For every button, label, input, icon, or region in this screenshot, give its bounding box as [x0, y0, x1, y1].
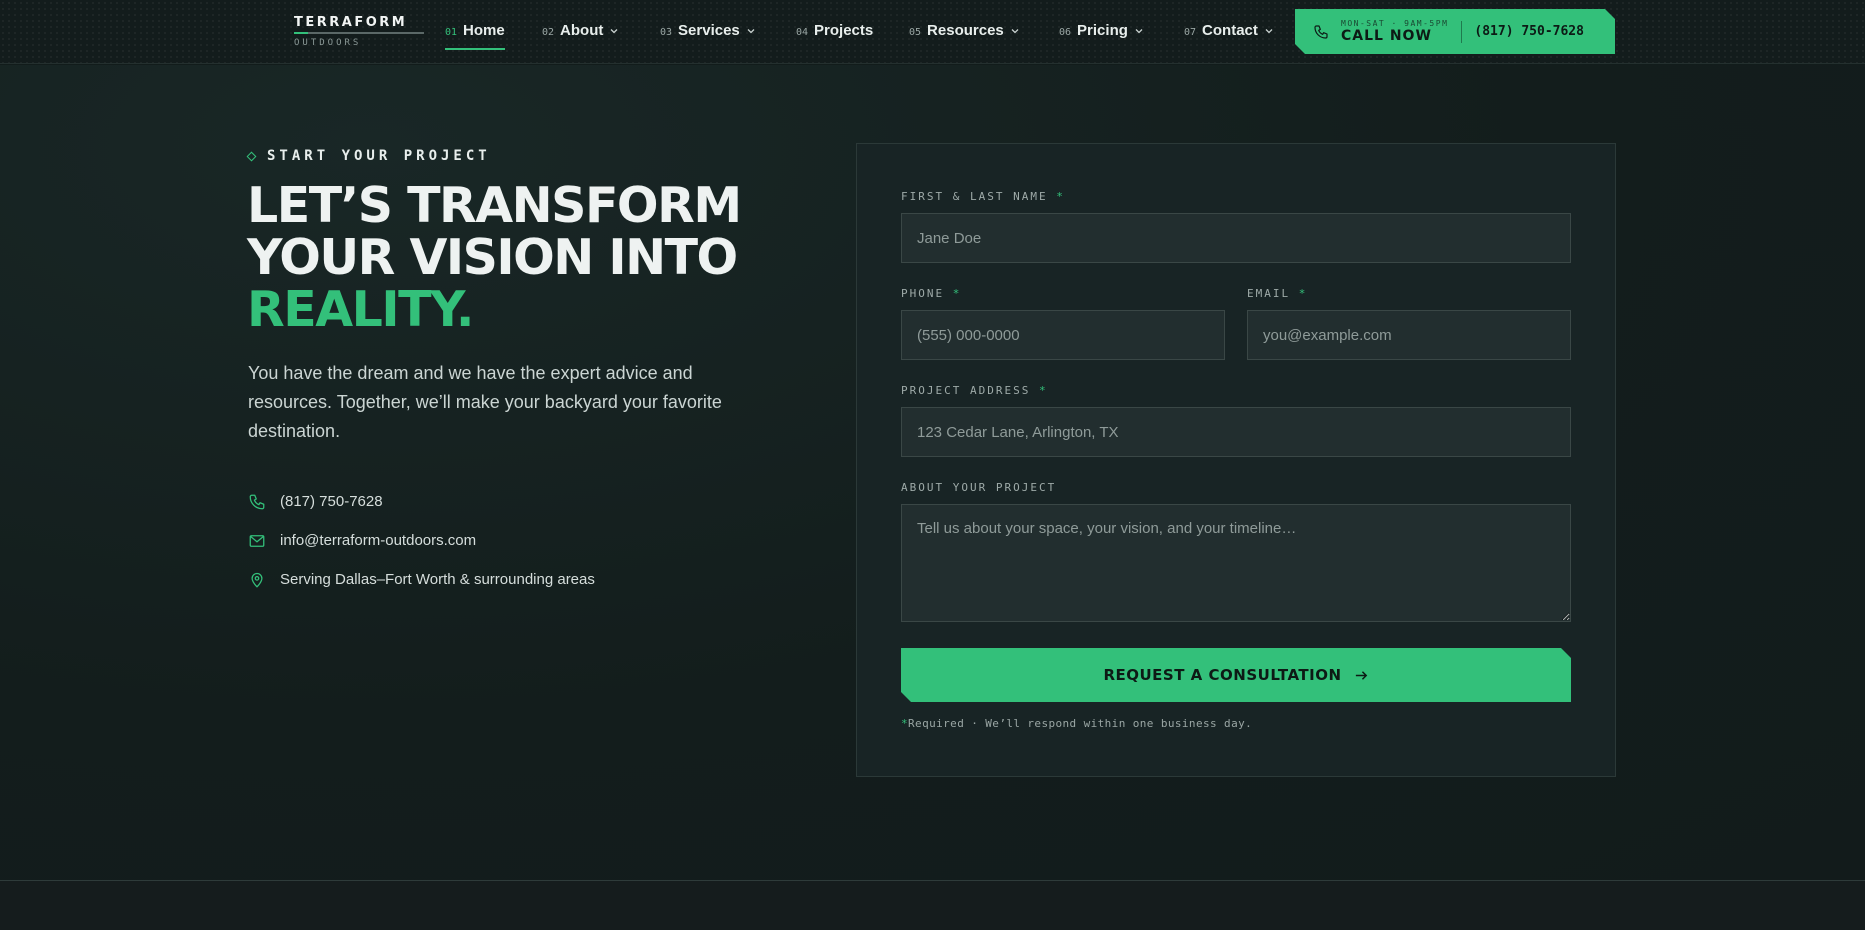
cta-divider — [1461, 20, 1463, 43]
form-note: *Required · We’ll respond within one bus… — [901, 717, 1252, 730]
name-input[interactable] — [901, 213, 1571, 263]
address-label: PROJECT ADDRESS * — [901, 384, 1048, 397]
phone-label: PHONE * — [901, 287, 961, 300]
brand-name: TERRAFORM — [294, 15, 408, 30]
required-mark: * — [1056, 190, 1065, 203]
about-label: ABOUT YOUR PROJECT — [901, 481, 1057, 494]
phone-input[interactable] — [901, 310, 1225, 360]
phone-label-text: PHONE — [901, 287, 945, 300]
nav-item-number: 07 — [1184, 27, 1197, 38]
brand-subname: OUTDOORS — [294, 38, 362, 48]
chevron-down-icon — [1011, 29, 1019, 34]
nav-item-label: Projects — [814, 22, 874, 39]
nav-item-number: 03 — [660, 27, 673, 38]
mail-icon — [249, 534, 265, 547]
nav-item-pricing[interactable]: 06 Pricing — [1059, 22, 1144, 52]
brand-logo[interactable]: TERRAFORM OUTDOORS — [294, 16, 424, 48]
contact-service-area: Serving Dallas–Fort Worth & surrounding … — [248, 560, 595, 599]
contact-info-list: (817) 750-7628 info@terraform-outdoors.c… — [248, 482, 595, 599]
nav-item-home[interactable]: 01 Home — [445, 22, 505, 52]
call-now-label: CALL NOW — [1341, 28, 1432, 44]
address-label-text: PROJECT ADDRESS — [901, 384, 1031, 397]
nav-item-number: 02 — [542, 27, 555, 38]
brand-underline — [294, 32, 424, 34]
headline-line-2: YOUR VISION INTO — [247, 229, 738, 286]
phone-icon — [1314, 24, 1328, 39]
diamond-icon — [246, 151, 257, 161]
address-input[interactable] — [901, 407, 1571, 457]
contact-phone-text: (817) 750-7628 — [280, 493, 383, 510]
top-navigation: TERRAFORM OUTDOORS 01 Home 02 About 03 S… — [0, 0, 1865, 64]
footer — [0, 881, 1865, 930]
request-consultation-button[interactable]: REQUEST A CONSULTATION — [901, 648, 1571, 702]
required-mark: * — [1298, 287, 1308, 300]
email-label-text: EMAIL — [1247, 287, 1291, 300]
eyebrow: START YOUR PROJECT — [246, 148, 491, 164]
headline-accent: REALITY. — [247, 281, 475, 338]
contact-service-area-text: Serving Dallas–Fort Worth & surrounding … — [280, 571, 595, 588]
hero-lede: You have the dream and we have the exper… — [248, 363, 722, 441]
nav-item-projects[interactable]: 04 Projects — [796, 22, 873, 52]
arrow-right-icon — [1355, 670, 1367, 680]
contact-email[interactable]: info@terraform-outdoors.com — [248, 521, 595, 560]
eyebrow-text: START YOUR PROJECT — [267, 148, 491, 164]
form-note-text: Required · We’ll respond within one busi… — [908, 717, 1253, 730]
nav-item-resources[interactable]: 05 Resources — [909, 22, 1020, 52]
nav-item-number: 01 — [445, 27, 458, 38]
nav-item-label: Resources — [927, 22, 1004, 39]
nav-item-number: 06 — [1059, 27, 1072, 38]
chevron-down-icon — [610, 29, 618, 34]
chevron-down-icon — [1135, 29, 1143, 34]
about-project-textarea[interactable] — [901, 504, 1571, 622]
call-now-texts: MON-SAT · 9AM-5PM CALL NOW — [1341, 19, 1448, 44]
name-label: FIRST & LAST NAME * — [901, 190, 1065, 203]
nav-item-number: 04 — [796, 27, 809, 38]
contact-phone[interactable]: (817) 750-7628 — [248, 482, 595, 521]
call-now-phone-number: (817) 750-7628 — [1474, 24, 1584, 39]
submit-label: REQUEST A CONSULTATION — [1103, 666, 1342, 684]
nav-item-label: Home — [463, 22, 505, 39]
chevron-down-icon — [1265, 29, 1273, 34]
nav-item-label: Contact — [1202, 22, 1258, 39]
nav-item-about[interactable]: 02 About — [542, 22, 619, 52]
nav-item-contact[interactable]: 07 Contact — [1184, 22, 1274, 52]
contact-email-text: info@terraform-outdoors.com — [280, 532, 477, 549]
required-mark: * — [901, 717, 909, 730]
email-label: EMAIL * — [1247, 287, 1307, 300]
headline-line-1: LET’S TRANSFORM — [247, 177, 742, 234]
business-hours: MON-SAT · 9AM-5PM — [1341, 19, 1449, 28]
required-mark: * — [1038, 384, 1048, 397]
call-now-button[interactable]: MON-SAT · 9AM-5PM CALL NOW (817) 750-762… — [1295, 9, 1615, 54]
hero-headline: LET’S TRANSFORM YOUR VISION INTO REALITY… — [247, 180, 767, 336]
phone-icon — [249, 494, 265, 509]
nav-item-number: 05 — [909, 27, 922, 38]
nav-item-label: Pricing — [1077, 22, 1128, 39]
nav-item-label: Services — [678, 22, 740, 39]
chevron-down-icon — [747, 29, 755, 34]
name-label-text: FIRST & LAST NAME — [901, 190, 1048, 203]
location-pin-icon — [251, 572, 263, 588]
nav-item-services[interactable]: 03 Services — [660, 22, 756, 52]
required-mark: * — [952, 287, 962, 300]
nav-item-label: About — [560, 22, 604, 39]
email-input[interactable] — [1247, 310, 1571, 360]
